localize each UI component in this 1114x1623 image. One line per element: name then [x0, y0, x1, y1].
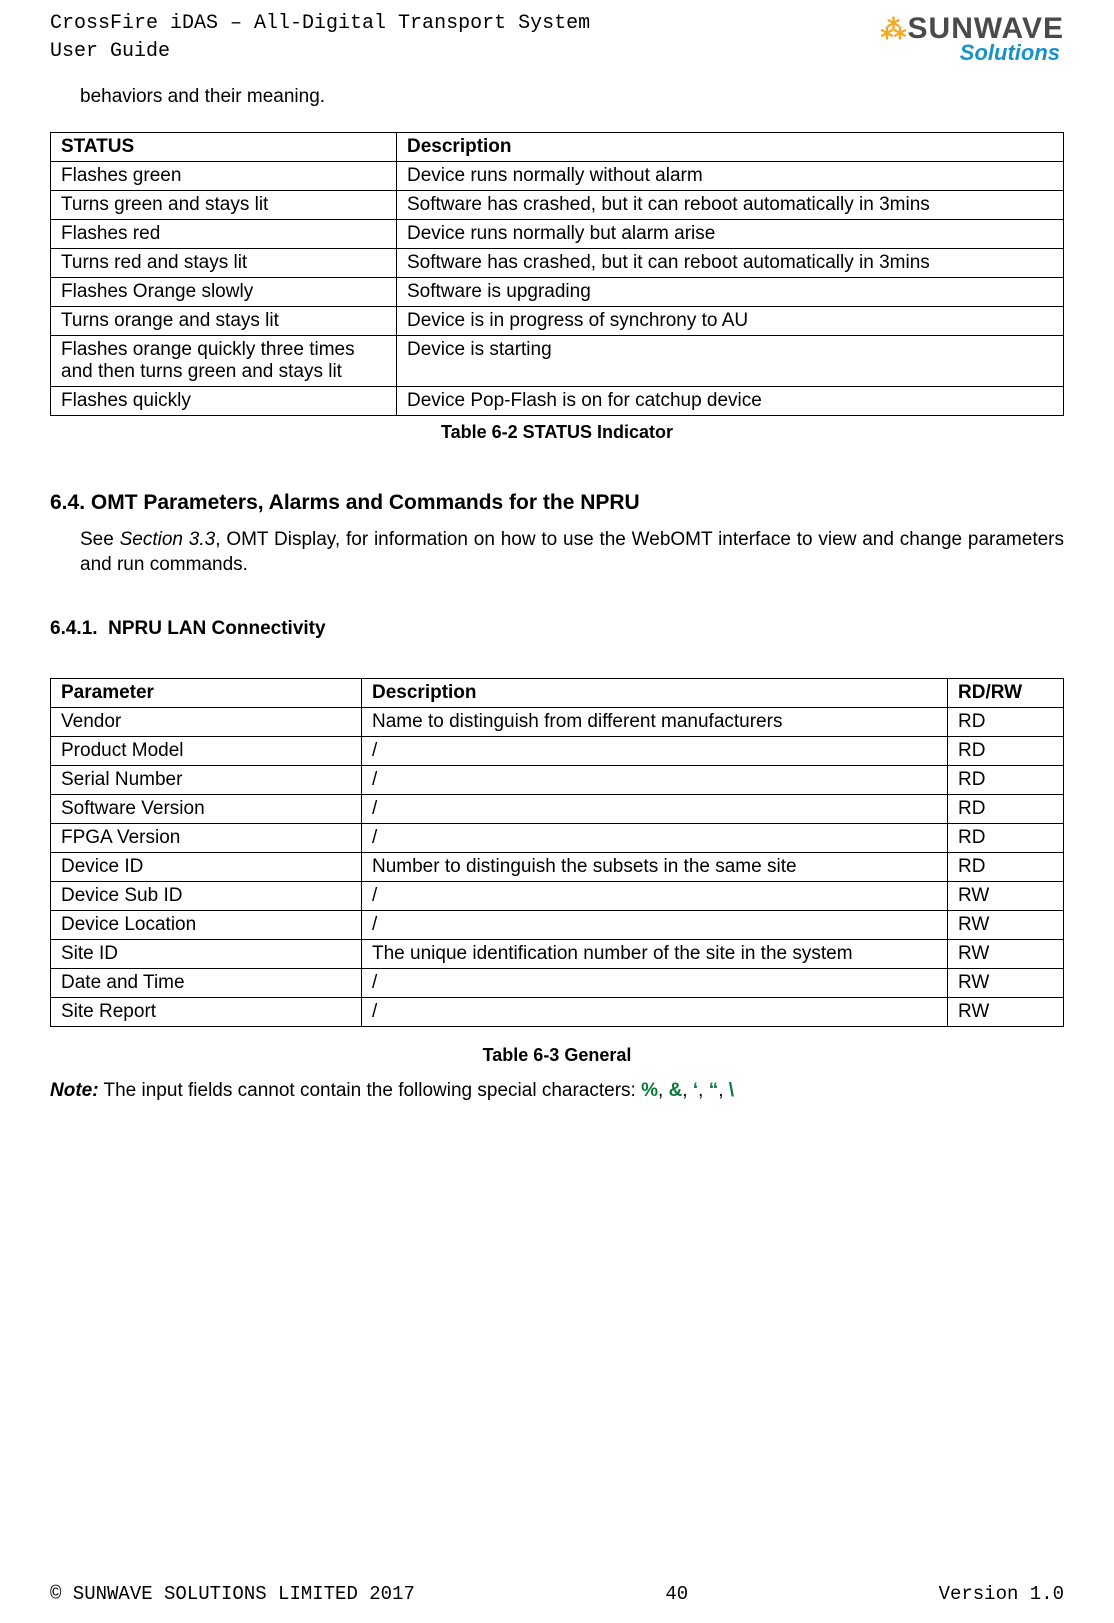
- subsection-title: NPRU LAN Connectivity: [108, 618, 325, 639]
- table-row: Serial Number/RD: [51, 765, 1064, 794]
- table-row: Turns red and stays litSoftware has cras…: [51, 248, 1064, 277]
- table-row: Device Sub ID/RW: [51, 881, 1064, 910]
- page-footer: © SUNWAVE SOLUTIONS LIMITED 2017 40 Vers…: [50, 1583, 1064, 1605]
- table-row: VendorName to distinguish from different…: [51, 707, 1064, 736]
- section-6-4-heading: 6.4. OMT Parameters, Alarms and Commands…: [50, 491, 1064, 515]
- special-char: \: [729, 1080, 734, 1101]
- col-rdrw-header: RD/RW: [948, 678, 1064, 707]
- col-desc-header: Description: [397, 132, 1064, 161]
- table-row: Flashes orange quickly three times and t…: [51, 335, 1064, 386]
- page-header: CrossFire iDAS – All-Digital Transport S…: [50, 10, 1064, 66]
- section-6-4-1-heading: 6.4.1. NPRU LAN Connectivity: [50, 618, 1064, 640]
- subsection-number: 6.4.1.: [50, 618, 98, 639]
- col-status-header: STATUS: [51, 132, 397, 161]
- section-number: 6.4.: [50, 491, 85, 514]
- table-row: Flashes redDevice runs normally but alar…: [51, 219, 1064, 248]
- table-row: Software Version/RD: [51, 794, 1064, 823]
- sun-icon: ⁂: [881, 15, 908, 45]
- table-row: Turns orange and stays litDevice is in p…: [51, 306, 1064, 335]
- special-char: ‘: [693, 1080, 698, 1101]
- table-row: Flashes Orange slowlySoftware is upgradi…: [51, 277, 1064, 306]
- special-char: “: [709, 1080, 719, 1101]
- intro-fragment: behaviors and their meaning.: [80, 84, 1064, 110]
- doc-subtitle: User Guide: [50, 38, 590, 66]
- brand-logo: ⁂SUNWAVE Solutions: [881, 10, 1064, 66]
- table2-caption: Table 6-3 General: [50, 1045, 1064, 1066]
- table-row: Site IDThe unique identification number …: [51, 939, 1064, 968]
- col-param-header: Parameter: [51, 678, 362, 707]
- table-row: Flashes greenDevice runs normally withou…: [51, 161, 1064, 190]
- general-parameter-table: Parameter Description RD/RW VendorName t…: [50, 678, 1064, 1027]
- table-header-row: Parameter Description RD/RW: [51, 678, 1064, 707]
- table-header-row: STATUS Description: [51, 132, 1064, 161]
- table1-caption: Table 6-2 STATUS Indicator: [50, 422, 1064, 443]
- header-title-block: CrossFire iDAS – All-Digital Transport S…: [50, 10, 590, 66]
- table-row: Site Report/RW: [51, 997, 1064, 1026]
- special-char: %: [641, 1080, 658, 1101]
- page-container: CrossFire iDAS – All-Digital Transport S…: [0, 0, 1114, 1623]
- table-row: Product Model/RD: [51, 736, 1064, 765]
- table-row: Device IDNumber to distinguish the subse…: [51, 852, 1064, 881]
- table-row: Turns green and stays litSoftware has cr…: [51, 190, 1064, 219]
- note-block: Note: The input fields cannot contain th…: [50, 1080, 1064, 1102]
- note-label: Note:: [50, 1080, 99, 1101]
- col-desc-header: Description: [362, 678, 948, 707]
- section-title: OMT Parameters, Alarms and Commands for …: [91, 491, 640, 514]
- special-char: &: [669, 1080, 683, 1101]
- footer-page-number: 40: [665, 1583, 688, 1605]
- footer-copyright: © SUNWAVE SOLUTIONS LIMITED 2017: [50, 1583, 415, 1605]
- status-indicator-table: STATUS Description Flashes greenDevice r…: [50, 132, 1064, 416]
- section-ref-italic: Section 3.3: [120, 529, 216, 550]
- note-text: The input fields cannot contain the foll…: [99, 1080, 642, 1101]
- footer-version: Version 1.0: [939, 1583, 1064, 1605]
- section-6-4-body: See Section 3.3, OMT Display, for inform…: [80, 527, 1064, 578]
- table-row: Flashes quicklyDevice Pop-Flash is on fo…: [51, 386, 1064, 415]
- table-row: Date and Time/RW: [51, 968, 1064, 997]
- table-row: Device Location/RW: [51, 910, 1064, 939]
- doc-title: CrossFire iDAS – All-Digital Transport S…: [50, 10, 590, 38]
- table-row: FPGA Version/RD: [51, 823, 1064, 852]
